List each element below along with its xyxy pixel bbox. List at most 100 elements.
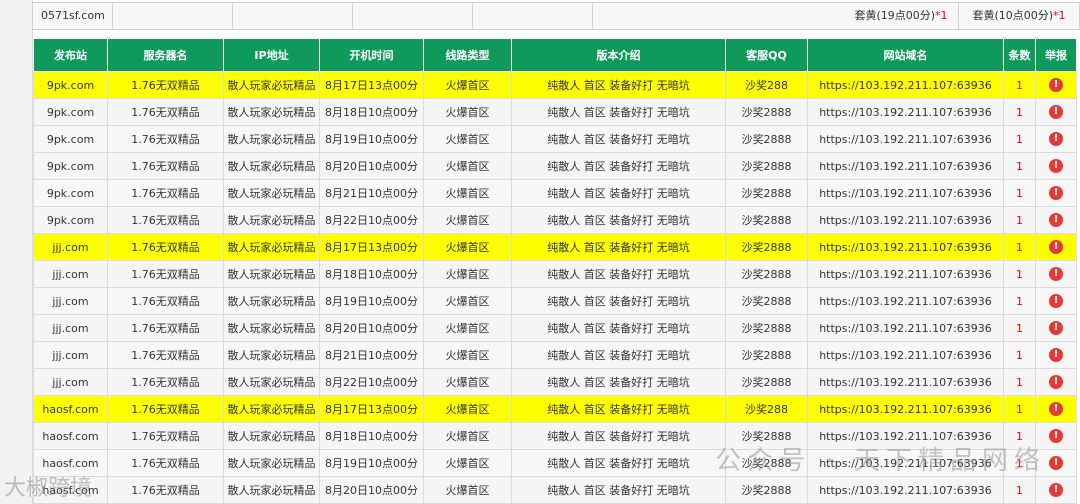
version-intro: 纯散人 首区 装备好打 无暗坑 [511, 206, 726, 234]
top-package-19[interactable]: 套黄(19点00分)*1 [844, 3, 959, 29]
table-row[interactable]: jjj.com 1.76无双精品 散人玩家必玩精品 8月22日10点00分 火爆首区 纯散… [33, 368, 1077, 396]
site-link[interactable]: 9pk.com [33, 98, 108, 126]
count-cell: 1 [1003, 368, 1036, 396]
report-cell[interactable]: ! [1035, 71, 1077, 99]
table-row[interactable]: 9pk.com 1.76无双精品 散人玩家必玩精品 8月22日10点00分 火爆首区 纯散… [33, 206, 1077, 234]
report-cell[interactable]: ! [1035, 206, 1077, 234]
report-cell[interactable]: ! [1035, 287, 1077, 315]
domain-link[interactable]: https://103.192.211.107:63936 [807, 179, 1004, 207]
table-row[interactable]: 9pk.com 1.76无双精品 散人玩家必玩精品 8月20日10点00分 火爆首区 纯散… [33, 152, 1077, 180]
count-cell: 1 [1003, 341, 1036, 369]
report-icon[interactable]: ! [1049, 240, 1063, 254]
domain-link[interactable]: https://103.192.211.107:63936 [807, 395, 1004, 423]
ip-cell: 散人玩家必玩精品 [223, 179, 320, 207]
report-icon[interactable]: ! [1049, 105, 1063, 119]
top-empty-cell [233, 3, 353, 29]
header-row: 发布站 服务器名 IP地址 开机时间 线路类型 版本介绍 客服QQ 网站域名 条… [33, 38, 1077, 72]
report-cell[interactable]: ! [1035, 233, 1077, 261]
report-cell[interactable]: ! [1035, 260, 1077, 288]
domain-link[interactable]: https://103.192.211.107:63936 [807, 125, 1004, 153]
qq-cell: 沙奖288 [725, 71, 808, 99]
table-row[interactable]: jjj.com 1.76无双精品 散人玩家必玩精品 8月19日10点00分 火爆首区 纯散… [33, 287, 1077, 315]
report-icon[interactable]: ! [1049, 159, 1063, 173]
domain-link[interactable]: https://103.192.211.107:63936 [807, 476, 1004, 504]
site-link[interactable]: 9pk.com [33, 152, 108, 180]
table-row[interactable]: jjj.com 1.76无双精品 散人玩家必玩精品 8月20日10点00分 火爆首区 纯散… [33, 314, 1077, 342]
table-row[interactable]: jjj.com 1.76无双精品 散人玩家必玩精品 8月17日13点00分 火爆首区 纯散… [33, 233, 1077, 261]
version-intro: 纯散人 首区 装备好打 无暗坑 [511, 314, 726, 342]
line-type: 火爆首区 [423, 368, 512, 396]
site-link[interactable]: jjj.com [33, 314, 108, 342]
report-cell[interactable]: ! [1035, 152, 1077, 180]
server-name: 1.76无双精品 [107, 449, 224, 477]
report-icon[interactable]: ! [1049, 267, 1063, 281]
open-time: 8月20日10点00分 [319, 476, 424, 504]
report-icon[interactable]: ! [1049, 186, 1063, 200]
table-row[interactable]: 9pk.com 1.76无双精品 散人玩家必玩精品 8月17日13点00分 火爆首区 纯散… [33, 71, 1077, 99]
count-cell: 1 [1003, 314, 1036, 342]
domain-link[interactable]: https://103.192.211.107:63936 [807, 233, 1004, 261]
site-link[interactable]: 9pk.com [33, 71, 108, 99]
site-link[interactable]: haosf.com [33, 422, 108, 450]
domain-link[interactable]: https://103.192.211.107:63936 [807, 368, 1004, 396]
domain-link[interactable]: https://103.192.211.107:63936 [807, 206, 1004, 234]
report-cell[interactable]: ! [1035, 179, 1077, 207]
site-link[interactable]: jjj.com [33, 260, 108, 288]
open-time: 8月20日10点00分 [319, 152, 424, 180]
qq-cell: 沙奖2888 [725, 206, 808, 234]
report-cell[interactable]: ! [1035, 98, 1077, 126]
report-icon[interactable]: ! [1049, 375, 1063, 389]
top-empty-cell [473, 3, 593, 29]
site-link[interactable]: jjj.com [33, 341, 108, 369]
table-row[interactable]: jjj.com 1.76无双精品 散人玩家必玩精品 8月21日10点00分 火爆首区 纯散… [33, 341, 1077, 369]
open-time: 8月19日10点00分 [319, 449, 424, 477]
qq-cell: 沙奖288 [725, 395, 808, 423]
site-link[interactable]: haosf.com [33, 395, 108, 423]
table-row[interactable]: 9pk.com 1.76无双精品 散人玩家必玩精品 8月19日10点00分 火爆首区 纯散… [33, 125, 1077, 153]
package-star: *1 [1053, 9, 1066, 22]
report-icon[interactable]: ! [1049, 429, 1063, 443]
domain-link[interactable]: https://103.192.211.107:63936 [807, 152, 1004, 180]
report-icon[interactable]: ! [1049, 348, 1063, 362]
site-link[interactable]: 9pk.com [33, 179, 108, 207]
report-icon[interactable]: ! [1049, 321, 1063, 335]
report-cell[interactable]: ! [1035, 314, 1077, 342]
report-icon[interactable]: ! [1049, 456, 1063, 470]
table-row[interactable]: 9pk.com 1.76无双精品 散人玩家必玩精品 8月21日10点00分 火爆首区 纯散… [33, 179, 1077, 207]
report-icon[interactable]: ! [1049, 294, 1063, 308]
site-link[interactable]: 9pk.com [33, 125, 108, 153]
site-link[interactable]: jjj.com [33, 233, 108, 261]
table-row[interactable]: jjj.com 1.76无双精品 散人玩家必玩精品 8月18日10点00分 火爆首区 纯散… [33, 260, 1077, 288]
col-header: 开机时间 [319, 38, 424, 72]
top-site-link[interactable]: 0571sf.com [33, 3, 113, 29]
table-row[interactable]: haosf.com 1.76无双精品 散人玩家必玩精品 8月17日13点00分 火爆首区… [33, 395, 1077, 423]
open-time: 8月18日10点00分 [319, 260, 424, 288]
ip-cell: 散人玩家必玩精品 [223, 125, 320, 153]
domain-link[interactable]: https://103.192.211.107:63936 [807, 71, 1004, 99]
domain-link[interactable]: https://103.192.211.107:63936 [807, 260, 1004, 288]
domain-link[interactable]: https://103.192.211.107:63936 [807, 287, 1004, 315]
report-icon[interactable]: ! [1049, 78, 1063, 92]
report-icon[interactable]: ! [1049, 483, 1063, 497]
report-cell[interactable]: ! [1035, 395, 1077, 423]
report-cell[interactable]: ! [1035, 125, 1077, 153]
report-cell[interactable]: ! [1035, 341, 1077, 369]
count-cell: 1 [1003, 206, 1036, 234]
domain-link[interactable]: https://103.192.211.107:63936 [807, 314, 1004, 342]
report-icon[interactable]: ! [1049, 402, 1063, 416]
site-link[interactable]: jjj.com [33, 287, 108, 315]
top-package-10[interactable]: 套黄(10点00分)*1 [959, 3, 1079, 29]
table-row[interactable]: haosf.com 1.76无双精品 散人玩家必玩精品 8月20日10点00分 火爆首区… [33, 476, 1077, 504]
site-link[interactable]: 9pk.com [33, 206, 108, 234]
domain-link[interactable]: https://103.192.211.107:63936 [807, 98, 1004, 126]
report-icon[interactable]: ! [1049, 213, 1063, 227]
report-icon[interactable]: ! [1049, 132, 1063, 146]
ip-cell: 散人玩家必玩精品 [223, 71, 320, 99]
report-cell[interactable]: ! [1035, 368, 1077, 396]
table-row[interactable]: 9pk.com 1.76无双精品 散人玩家必玩精品 8月18日10点00分 火爆首区 纯散… [33, 98, 1077, 126]
site-link[interactable]: jjj.com [33, 368, 108, 396]
domain-link[interactable]: https://103.192.211.107:63936 [807, 341, 1004, 369]
line-type: 火爆首区 [423, 206, 512, 234]
report-cell[interactable]: ! [1035, 476, 1077, 504]
server-name: 1.76无双精品 [107, 476, 224, 504]
